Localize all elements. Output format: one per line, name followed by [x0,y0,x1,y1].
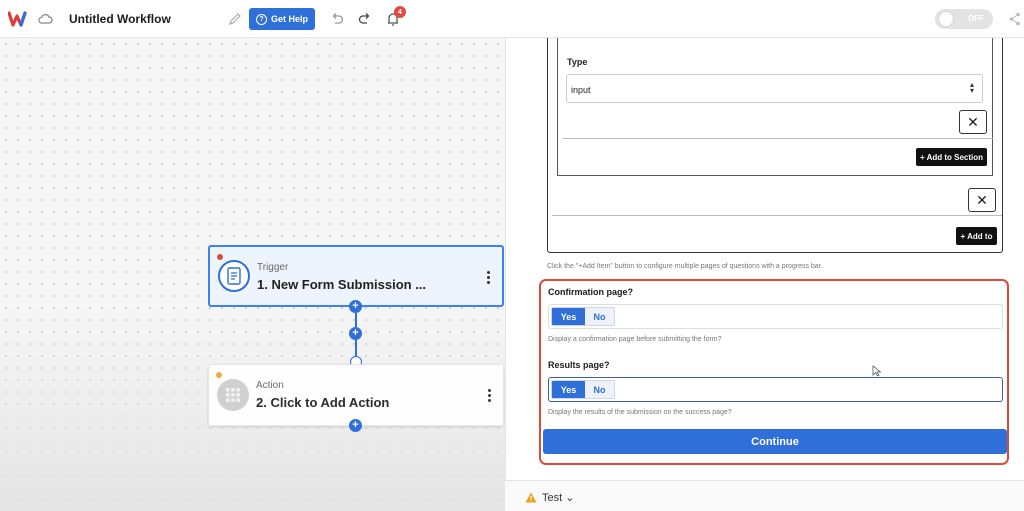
action-menu-icon[interactable] [487,389,491,402]
confirmation-hint: Display a confirmation page before submi… [548,336,722,343]
select-arrows-icon: ▴ ▾ [969,80,974,95]
add-to-button[interactable]: + Add to [956,227,997,245]
pencil-icon[interactable] [228,12,242,26]
top-bar: Untitled Workflow ? Get Help 4 OFF [0,0,1024,38]
toggle-label: OFF [968,14,984,23]
action-node[interactable]: Action 2. Click to Add Action [208,364,504,426]
connector-line [355,313,357,327]
get-help-label: Get Help [270,14,308,24]
divider [552,215,1002,216]
type-value: input [571,85,591,95]
trigger-kind-label: Trigger [257,262,289,273]
confirmation-page-label: Confirmation page? [548,287,633,297]
confirmation-page-field: Yes No [548,304,1003,329]
confirmation-yes-button[interactable]: Yes [552,308,585,325]
trigger-connector-icon[interactable]: + [349,300,362,313]
cursor-icon [872,365,882,377]
workflow-title[interactable]: Untitled Workflow [69,12,171,26]
redo-icon[interactable] [358,13,372,25]
type-select[interactable]: input ▴ ▾ [566,74,983,103]
test-dropdown[interactable]: Test ⌄ [542,491,574,504]
trigger-name: 1. New Form Submission ... [257,277,427,292]
action-status-dot [216,372,222,378]
trigger-menu-icon[interactable] [486,271,490,284]
undo-icon[interactable] [330,13,344,25]
confirmation-no-button[interactable]: No [585,308,614,325]
results-no-button[interactable]: No [585,381,614,398]
test-bar [505,480,1024,511]
get-help-button[interactable]: ? Get Help [249,8,315,30]
notification-badge: 4 [394,6,406,18]
type-label: Type [567,57,588,67]
results-toggle: Yes No [551,380,615,399]
continue-button[interactable]: Continue [543,429,1007,454]
divider [563,138,993,139]
remove-field-button[interactable]: ✕ [959,110,987,134]
results-page-label: Results page? [548,360,610,370]
action-name: 2. Click to Add Action [256,395,390,410]
remove-section-button[interactable]: ✕ [968,188,996,212]
action-kind-label: Action [256,380,284,391]
add-item-hint: Click the "+Add Item" button to configur… [547,263,823,270]
add-step-button[interactable]: + [349,327,362,340]
help-icon: ? [255,13,267,25]
toggle-knob [939,12,953,26]
grid-icon [217,379,249,411]
workflow-toggle[interactable]: OFF [935,9,993,29]
results-hint: Display the results of the submission on… [548,409,732,416]
warning-icon [525,492,537,503]
add-step-after-action-button[interactable]: + [349,419,362,432]
form-icon [218,260,250,292]
logo-icon[interactable] [8,10,30,28]
add-to-section-button[interactable]: + Add to Section [916,148,987,166]
cloud-icon [38,13,53,24]
trigger-node[interactable]: Trigger 1. New Form Submission ... [208,245,504,307]
share-icon[interactable] [1009,12,1021,26]
confirmation-toggle: Yes No [551,307,615,326]
trigger-status-dot [217,254,223,260]
results-page-field: Yes No [548,377,1003,402]
results-yes-button[interactable]: Yes [552,381,585,398]
connector-line [355,340,357,356]
